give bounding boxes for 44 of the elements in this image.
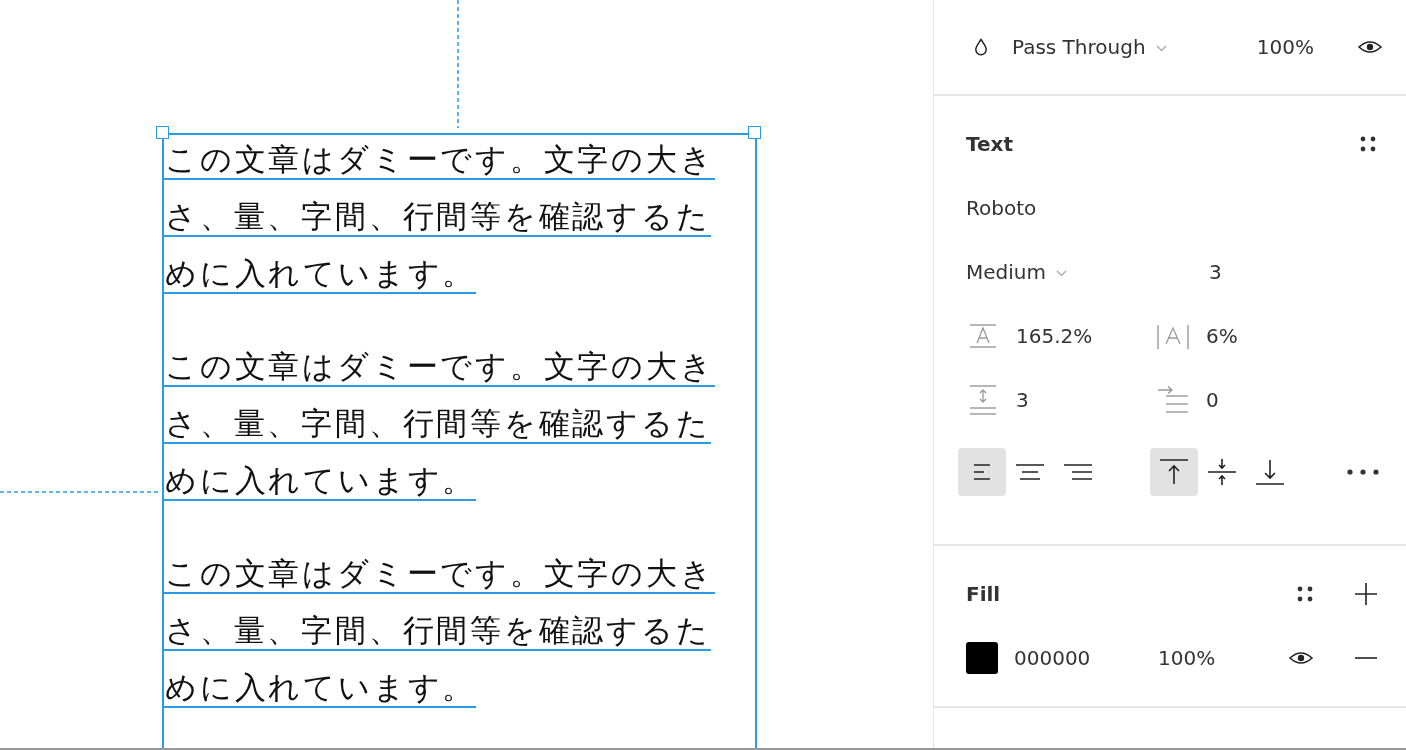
line-height-field[interactable]: 165.2% (1016, 324, 1093, 348)
text-line: さ、量、字間、行間等を確認するた (163, 387, 711, 444)
more-icon[interactable] (1347, 469, 1379, 475)
text-line: さ、量、字間、行間等を確認するた (163, 180, 711, 237)
align-top-icon (1159, 458, 1189, 486)
align-bottom-icon (1255, 458, 1285, 486)
eye-icon[interactable] (1358, 39, 1382, 55)
letter-spacing-icon (1156, 323, 1190, 349)
text-line: この文章はダミーです。文字の大き (163, 123, 715, 180)
font-size-field[interactable]: 3 (1156, 260, 1382, 284)
align-top-button[interactable] (1150, 448, 1198, 496)
resize-handle[interactable] (156, 126, 169, 139)
letter-spacing-field[interactable]: 6% (1206, 324, 1238, 348)
plus-icon[interactable] (1355, 583, 1377, 605)
text-line: この文章はダミーです。文字の大き (163, 537, 715, 594)
blend-mode-dropdown[interactable]: Pass Through (1012, 35, 1167, 59)
align-left-button[interactable] (958, 448, 1006, 496)
color-swatch[interactable] (966, 642, 998, 674)
font-family-dropdown[interactable]: Roboto (966, 196, 1037, 220)
text-line: めに入れています。 (163, 651, 477, 708)
align-center-icon (1015, 461, 1045, 483)
paragraph-spacing-field[interactable]: 3 (1016, 388, 1029, 412)
font-weight-dropdown[interactable]: Medium (966, 260, 1156, 284)
opacity-value[interactable]: 100% (1256, 35, 1314, 59)
align-right-icon (1063, 461, 1093, 483)
section-title: Fill (966, 582, 1001, 606)
text-line: さ、量、字間、行間等を確認するた (163, 594, 711, 651)
hex-value-field[interactable]: 000000 (1014, 646, 1158, 670)
chevron-down-icon (1155, 44, 1167, 52)
eye-icon[interactable] (1289, 650, 1313, 666)
styles-grid-icon[interactable] (1360, 136, 1376, 152)
text-line: めに入れています。 (163, 444, 477, 501)
paragraph-indent-icon (1156, 385, 1190, 415)
styles-grid-icon[interactable] (1297, 586, 1313, 602)
paragraph-indent-field[interactable]: 0 (1206, 388, 1219, 412)
drop-icon (974, 38, 988, 56)
opacity-value[interactable]: 100% (1158, 646, 1216, 670)
text-line: めに入れています。 (163, 237, 477, 294)
chevron-down-icon (1056, 269, 1067, 277)
text-line: この文章はダミーです。文字の大き (163, 330, 715, 387)
align-left-icon (973, 461, 991, 483)
section-title: Text (966, 132, 1013, 156)
align-middle-icon (1207, 458, 1237, 486)
resize-handle[interactable] (748, 126, 761, 139)
